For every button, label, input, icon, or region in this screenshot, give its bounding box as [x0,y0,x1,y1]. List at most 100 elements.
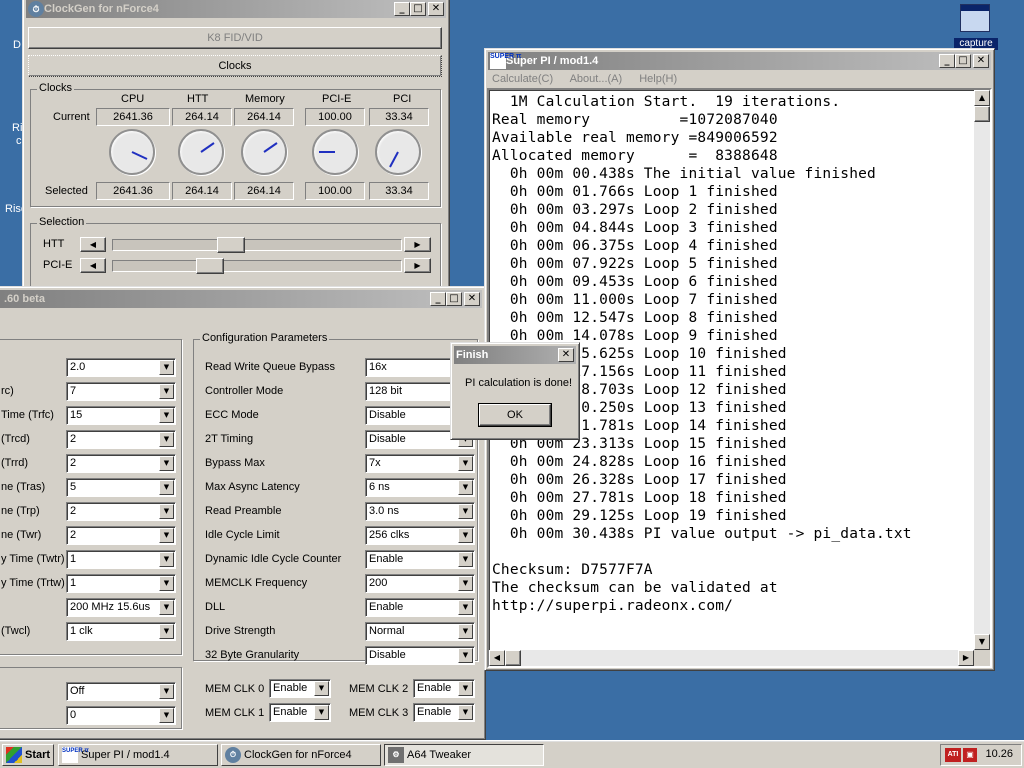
memclk1-select[interactable]: Enable ▼ [269,703,331,722]
taskbar-item-a64[interactable]: ⚙ A64 Tweaker [384,744,544,766]
timing-select[interactable]: 7 ▼ [66,382,176,401]
pcie-left-arrow[interactable]: ◀ [80,258,106,273]
chevron-down-icon[interactable]: ▼ [314,705,329,720]
combo-off[interactable]: Off ▼ [66,682,176,701]
pcie-slider-track[interactable] [112,260,402,272]
config-select[interactable]: 7x ▼ [365,454,475,473]
timing-select[interactable]: 1 ▼ [66,550,176,569]
chevron-down-icon[interactable]: ▼ [159,600,174,615]
maximize-button[interactable]: □ [955,54,971,68]
timing-label: y Time (Trtw) [1,577,65,589]
chevron-down-icon[interactable]: ▼ [458,648,473,663]
menu-about[interactable]: About...(A) [570,73,623,85]
taskbar-item-clockgen[interactable]: ⏱ ClockGen for nForce4 [221,744,381,766]
timing-select[interactable]: 2 ▼ [66,526,176,545]
chevron-down-icon[interactable]: ▼ [159,456,174,471]
scroll-up-icon[interactable]: ▲ [974,90,990,106]
chevron-down-icon[interactable]: ▼ [458,552,473,567]
chevron-down-icon[interactable]: ▼ [458,681,473,696]
ok-button[interactable]: OK [478,403,552,427]
size-grip[interactable] [974,650,990,666]
combo-zero[interactable]: 0 ▼ [66,706,176,725]
pcie-slider-thumb[interactable] [196,258,224,274]
menu-calculate[interactable]: Calculate(C) [492,73,553,85]
htt-slider-track[interactable] [112,239,402,251]
close-button[interactable]: ✕ [558,348,574,362]
maximize-button[interactable]: □ [446,292,462,306]
minimize-button[interactable]: _ [430,292,446,306]
chevron-down-icon[interactable]: ▼ [458,504,473,519]
chevron-down-icon[interactable]: ▼ [159,432,174,447]
chevron-down-icon[interactable]: ▼ [458,480,473,495]
close-button[interactable]: ✕ [973,54,989,68]
start-button[interactable]: Start [2,744,54,766]
scroll-thumb[interactable] [974,106,990,122]
htt-left-arrow[interactable]: ◀ [80,237,106,252]
chevron-down-icon[interactable]: ▼ [458,705,473,720]
memclk2-select[interactable]: Enable ▼ [413,679,475,698]
timing-select[interactable]: 15 ▼ [66,406,176,425]
chevron-down-icon[interactable]: ▼ [159,408,174,423]
chevron-down-icon[interactable]: ▼ [159,552,174,567]
chevron-down-icon[interactable]: ▼ [159,684,174,699]
hscroll-thumb[interactable] [505,650,521,666]
scroll-left-icon[interactable]: ◀ [489,650,505,666]
timing-select[interactable]: 2 ▼ [66,430,176,449]
chevron-down-icon[interactable]: ▼ [314,681,329,696]
scroll-down-icon[interactable]: ▼ [974,634,990,650]
close-button[interactable]: ✕ [428,2,444,16]
chevron-down-icon[interactable]: ▼ [159,708,174,723]
chevron-down-icon[interactable]: ▼ [458,456,473,471]
minimize-button[interactable]: _ [394,2,410,16]
timing-select[interactable]: 2.0 ▼ [66,358,176,377]
close-button[interactable]: ✕ [464,292,480,306]
clocks-tab[interactable]: Clocks [28,55,442,77]
config-select[interactable]: 200 ▼ [365,574,475,593]
config-select[interactable]: 256 clks ▼ [365,526,475,545]
config-select[interactable]: 3.0 ns ▼ [365,502,475,521]
minimize-button[interactable]: _ [939,54,955,68]
chevron-down-icon[interactable]: ▼ [458,624,473,639]
config-select[interactable]: Disable▼ [365,646,475,665]
timing-select[interactable]: 1 clk ▼ [66,622,176,641]
clock[interactable]: 10.26 [985,748,1013,760]
taskbar-item-superpi[interactable]: SUPER π Super PI / mod1.4 [58,744,218,766]
menu-help[interactable]: Help(H) [639,73,677,85]
capture-desktop-icon[interactable]: capture [952,4,1000,50]
timing-select[interactable]: 200 MHz 15.6us ▼ [66,598,176,617]
config-select[interactable]: Enable ▼ [365,598,475,617]
config-select[interactable]: Normal ▼ [365,622,475,641]
fid-vid-button[interactable]: K8 FID/VID [28,27,442,49]
chevron-down-icon[interactable]: ▼ [458,528,473,543]
chevron-down-icon[interactable]: ▼ [159,504,174,519]
config-select[interactable]: 6 ns ▼ [365,478,475,497]
maximize-button[interactable]: □ [410,2,426,16]
vertical-scrollbar[interactable]: ▲ ▼ [974,90,990,650]
timing-label: ne (Tras) [1,481,46,493]
config-label: Drive Strength [205,625,276,637]
htt-slider-thumb[interactable] [217,237,245,253]
chevron-down-icon[interactable]: ▼ [159,480,174,495]
scroll-right-icon[interactable]: ▶ [958,650,974,666]
chevron-down-icon[interactable]: ▼ [458,576,473,591]
chevron-down-icon[interactable]: ▼ [159,528,174,543]
network-tray-icon[interactable]: ▣ [963,748,977,762]
memclk3-select[interactable]: Enable ▼ [413,703,475,722]
chevron-down-icon[interactable]: ▼ [458,600,473,615]
chevron-down-icon[interactable]: ▼ [159,624,174,639]
timing-select[interactable]: 2 ▼ [66,502,176,521]
chevron-down-icon[interactable]: ▼ [159,360,174,375]
timing-select[interactable]: 5 ▼ [66,478,176,497]
ati-tray-icon[interactable]: ATI [945,748,961,762]
timing-select[interactable]: 2 ▼ [66,454,176,473]
pcie-right-arrow[interactable]: ▶ [404,258,431,273]
horizontal-scrollbar[interactable]: ◀ ▶ [489,650,974,666]
chevron-down-icon[interactable]: ▼ [159,384,174,399]
timing-select[interactable]: 1 ▼ [66,574,176,593]
window-title: .60 beta [4,293,45,305]
row-selected-label: Selected [45,185,88,197]
memclk0-select[interactable]: Enable ▼ [269,679,331,698]
config-select[interactable]: Enable ▼ [365,550,475,569]
chevron-down-icon[interactable]: ▼ [159,576,174,591]
htt-right-arrow[interactable]: ▶ [404,237,431,252]
